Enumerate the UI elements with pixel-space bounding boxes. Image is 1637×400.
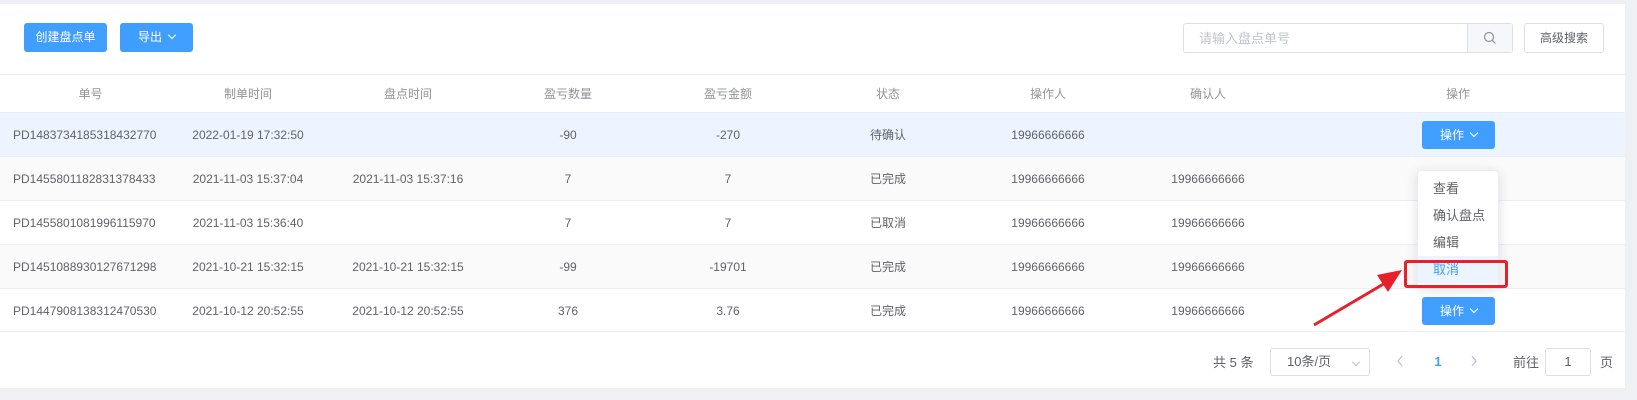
cell-qty: 7 xyxy=(564,172,572,186)
column-header: 确认人 xyxy=(1189,87,1226,101)
cell-id: PD1483734185318432770 xyxy=(13,128,157,142)
cell-operator: 19966666666 xyxy=(1011,304,1085,318)
cell-confirmer: 19966666666 xyxy=(1171,216,1245,230)
cell-confirmer: 19966666666 xyxy=(1171,172,1245,186)
cell-amount: 7 xyxy=(724,216,732,230)
create-inventory-button[interactable]: 创建盘点单 xyxy=(24,23,107,52)
row-action-label: 操作 xyxy=(1439,128,1464,142)
table-row[interactable]: PD1483734185318432770 2022-01-19 17:32:50… xyxy=(0,112,1637,156)
export-button[interactable]: 导出 xyxy=(120,23,193,52)
column-header: 盈亏金额 xyxy=(703,87,752,101)
table-row[interactable]: PD1451088930127671298 2021-10-21 15:32:15… xyxy=(0,244,1637,288)
cell-created: 2021-10-21 15:32:15 xyxy=(192,260,304,274)
chevron-down-icon xyxy=(1469,304,1479,314)
cell-counted: 2021-10-12 20:52:55 xyxy=(352,304,464,318)
cell-amount: -19701 xyxy=(709,260,747,274)
cell-id: PD1451088930127671298 xyxy=(13,260,157,274)
column-header: 单号 xyxy=(78,87,103,101)
table-header: 单号 制单时间 盘点时间 盈亏数量 盈亏金额 状态 操作人 确认人 操作 xyxy=(0,74,1637,112)
column-header: 操作人 xyxy=(1029,87,1066,101)
row-action-button[interactable]: 操作 xyxy=(1422,297,1495,325)
advanced-search-button[interactable]: 高级搜索 xyxy=(1524,23,1604,53)
cell-created: 2021-11-03 15:36:40 xyxy=(192,216,304,230)
cell-amount: 3.76 xyxy=(716,304,740,318)
export-label: 导出 xyxy=(137,30,162,44)
table-body: PD1483734185318432770 2022-01-19 17:32:50… xyxy=(0,112,1637,332)
cell-qty: 376 xyxy=(557,304,579,318)
chevron-down-icon xyxy=(167,30,177,40)
cell-operator: 19966666666 xyxy=(1011,216,1085,230)
column-header: 状态 xyxy=(875,87,900,101)
pagination: 共 5 条 10条/页 1 前往 1 页 xyxy=(0,342,1637,382)
cell-created: 2021-11-03 15:37:04 xyxy=(192,172,304,186)
cell-amount: 7 xyxy=(724,172,732,186)
column-header: 制单时间 xyxy=(223,87,272,101)
cell-operator: 19966666666 xyxy=(1011,128,1085,142)
cell-qty: 7 xyxy=(564,216,572,230)
table-row[interactable]: PD1455801081996115970 2021-11-03 15:36:40… xyxy=(0,200,1637,244)
table-row[interactable]: PD1447908138312470530 2021-10-12 20:52:55… xyxy=(0,288,1637,332)
prev-page-button[interactable] xyxy=(1394,352,1406,370)
chevron-left-icon xyxy=(1397,355,1403,367)
cell-counted: 2021-10-21 15:32:15 xyxy=(352,260,464,274)
cell-operator: 19966666666 xyxy=(1011,172,1085,186)
column-header: 盈亏数量 xyxy=(543,87,592,101)
row-action-button[interactable]: 操作 xyxy=(1422,121,1495,149)
cell-status: 已取消 xyxy=(869,216,906,230)
page-size-value: 10条/页 xyxy=(1287,354,1332,369)
cell-confirmer: 19966666666 xyxy=(1171,304,1245,318)
chevron-down-icon xyxy=(1469,128,1479,138)
column-header: 操作 xyxy=(1445,87,1470,101)
menu-item-confirm-inventory[interactable]: 确认盘点 xyxy=(1418,202,1498,229)
cell-confirmer: 19966666666 xyxy=(1171,260,1245,274)
page-suffix-label: 页 xyxy=(1600,355,1614,370)
cell-qty: -90 xyxy=(559,128,577,142)
row-action-label: 操作 xyxy=(1439,304,1464,318)
pagination-total: 共 5 条 xyxy=(1213,355,1254,370)
goto-page-input[interactable]: 1 xyxy=(1545,348,1591,376)
cell-amount: -270 xyxy=(715,128,741,142)
cell-status: 已完成 xyxy=(869,304,906,318)
search-button[interactable] xyxy=(1467,24,1512,52)
cell-id: PD1455801182831378433 xyxy=(13,172,156,186)
cell-status: 已完成 xyxy=(869,260,906,274)
cell-counted: 2021-11-03 15:37:16 xyxy=(352,172,464,186)
search-icon xyxy=(1483,31,1496,44)
cell-status: 已完成 xyxy=(869,172,906,186)
cell-id: PD1447908138312470530 xyxy=(13,304,157,318)
inventory-table: 单号 制单时间 盘点时间 盈亏数量 盈亏金额 状态 操作人 确认人 操作 PD148373418… xyxy=(0,74,1637,332)
search-input[interactable] xyxy=(1184,24,1468,52)
menu-item-edit[interactable]: 编辑 xyxy=(1418,229,1498,256)
column-header: 盘点时间 xyxy=(383,87,432,101)
goto-label: 前往 xyxy=(1513,355,1540,370)
cell-id: PD1455801081996115970 xyxy=(13,216,156,230)
page-number-current[interactable]: 1 xyxy=(1431,348,1445,376)
cell-status: 待确认 xyxy=(869,128,906,142)
annotation-highlight-box xyxy=(1404,260,1508,288)
scrollbar[interactable] xyxy=(1625,4,1637,388)
inventory-panel: 创建盘点单 导出 高级搜索 单号 制单时间 盘点时间 盈亏数量 盈亏金额 状态 操作人 确认人… xyxy=(0,4,1637,388)
cell-created: 2021-10-12 20:52:55 xyxy=(192,304,304,318)
cell-operator: 19966666666 xyxy=(1011,260,1085,274)
page-size-select[interactable]: 10条/页 xyxy=(1270,348,1370,376)
table-row[interactable]: PD1455801182831378433 2021-11-03 15:37:04… xyxy=(0,156,1637,200)
search-box xyxy=(1183,23,1513,53)
cell-created: 2022-01-19 17:32:50 xyxy=(192,128,304,142)
toolbar: 创建盘点单 导出 高级搜索 xyxy=(0,4,1637,74)
next-page-button[interactable] xyxy=(1468,352,1480,370)
chevron-down-icon xyxy=(1351,357,1361,367)
menu-item-view[interactable]: 查看 xyxy=(1418,175,1498,202)
cell-qty: -99 xyxy=(559,260,577,274)
chevron-right-icon xyxy=(1471,355,1477,367)
